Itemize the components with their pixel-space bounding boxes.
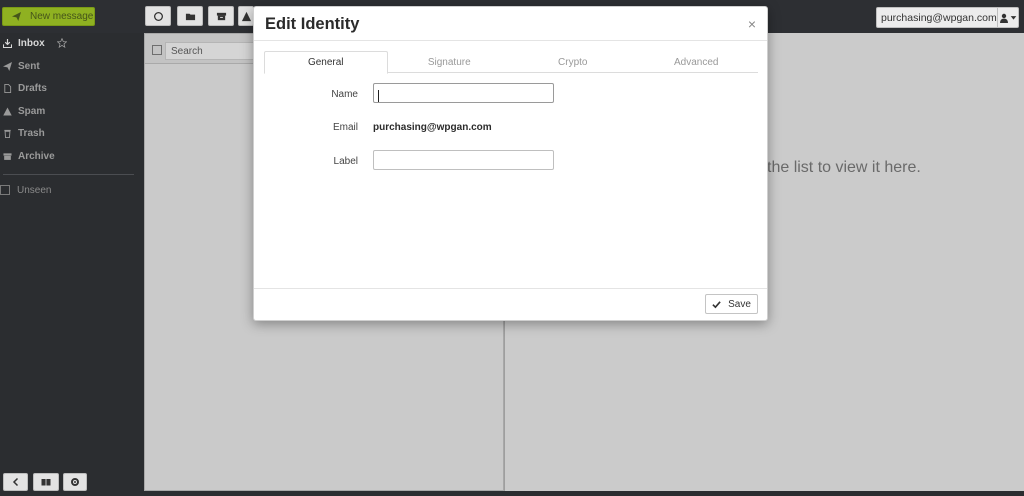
dialog-footer-divider xyxy=(254,288,767,289)
paper-plane-icon xyxy=(12,12,21,21)
caret-down-icon xyxy=(1010,16,1017,20)
new-message-label: New message xyxy=(30,11,94,22)
save-button[interactable]: Save xyxy=(705,294,758,314)
star-icon[interactable] xyxy=(56,38,67,48)
warning-icon xyxy=(3,106,12,116)
sidebar-item-inbox[interactable]: Inbox xyxy=(3,34,67,52)
send-icon xyxy=(3,61,12,71)
label-input[interactable] xyxy=(373,150,554,170)
identity-tabs: General Signature Crypto Advanced xyxy=(264,51,759,74)
preview-hint: the list to view it here. xyxy=(767,159,921,176)
unseen-label: Unseen xyxy=(17,184,52,196)
sidebar-item-trash[interactable]: Trash xyxy=(3,124,45,142)
sidebar-item-label: Drafts xyxy=(18,82,47,94)
sidebar-item-label: Inbox xyxy=(18,37,45,49)
refresh-button[interactable] xyxy=(145,6,171,26)
folder-icon xyxy=(185,13,195,20)
save-label: Save xyxy=(728,298,751,310)
sidebar-item-spam[interactable]: Spam xyxy=(3,102,45,120)
gear-icon xyxy=(71,478,79,486)
tab-advanced[interactable]: Advanced xyxy=(635,51,759,73)
user-icon xyxy=(999,13,1008,23)
folder-button[interactable] xyxy=(177,6,203,26)
dialog-title: Edit Identity xyxy=(265,15,360,33)
collapse-sidebar-button[interactable] xyxy=(3,473,28,491)
settings-button[interactable] xyxy=(63,473,87,491)
dialog-header-divider xyxy=(254,40,767,41)
search-input[interactable]: Search xyxy=(165,42,265,60)
unseen-checkbox[interactable] xyxy=(0,185,10,195)
contacts-button[interactable] xyxy=(33,473,59,491)
tab-crypto[interactable]: Crypto xyxy=(511,51,635,73)
close-button[interactable]: × xyxy=(748,17,756,31)
account-email: purchasing@wpgan.com xyxy=(881,11,997,24)
address-book-icon xyxy=(41,479,51,486)
tab-signature[interactable]: Signature xyxy=(388,51,512,73)
sidebar-item-archive[interactable]: Archive xyxy=(3,147,55,165)
sidebar-item-sent[interactable]: Sent xyxy=(3,57,40,75)
select-all-checkbox[interactable] xyxy=(152,45,162,55)
sidebar-item-label: Trash xyxy=(18,127,45,139)
refresh-icon xyxy=(153,11,163,21)
archive-icon xyxy=(3,152,12,160)
sidebar-item-label: Archive xyxy=(18,150,55,162)
archive-icon xyxy=(216,12,226,20)
search-placeholder: Search xyxy=(171,45,203,57)
tab-general[interactable]: General xyxy=(264,51,388,74)
name-input[interactable] xyxy=(373,83,554,103)
trash-icon xyxy=(4,129,11,138)
new-message-button[interactable]: New message xyxy=(2,7,95,26)
archive-button[interactable] xyxy=(208,6,234,26)
check-icon xyxy=(712,300,721,308)
email-value: purchasing@wpgan.com xyxy=(373,122,492,133)
account-menu[interactable]: purchasing@wpgan.com xyxy=(876,7,1019,28)
sidebar-divider xyxy=(3,174,134,175)
edit-identity-dialog: Edit Identity × General Signature Crypto… xyxy=(253,6,768,321)
spam-button[interactable] xyxy=(238,6,254,26)
email-label: Email xyxy=(332,122,358,133)
sidebar: Inbox Sent Drafts Spam Trash Archive Uns… xyxy=(0,33,143,496)
unseen-filter[interactable]: Unseen xyxy=(0,182,51,198)
name-label: Name xyxy=(331,89,358,100)
account-user-button[interactable] xyxy=(996,8,1018,27)
label-label: Label xyxy=(333,156,358,167)
sidebar-item-drafts[interactable]: Drafts xyxy=(3,79,47,97)
warning-icon xyxy=(241,11,251,21)
inbox-icon xyxy=(3,38,12,48)
chevron-left-icon xyxy=(12,477,18,487)
sidebar-item-label: Sent xyxy=(18,60,40,72)
sidebar-item-label: Spam xyxy=(18,105,46,117)
text-caret xyxy=(378,90,379,102)
file-icon xyxy=(4,83,12,93)
